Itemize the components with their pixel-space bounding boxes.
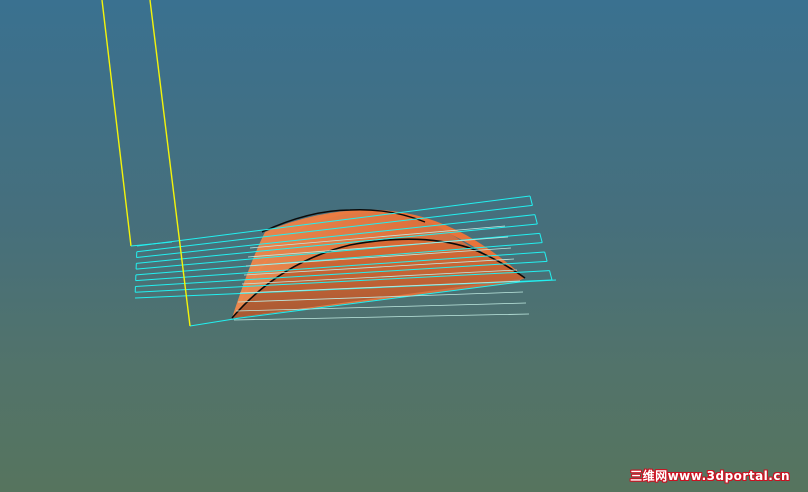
toolpath-link [529,195,533,206]
tool-axis-line-left [101,0,132,247]
3d-viewport[interactable]: 三维网www.3dportal.cn [0,0,808,492]
toolpath-scene[interactable] [0,0,808,492]
tool-axis-line-right [149,0,191,327]
tool-axis-link-top [130,241,173,247]
toolpath-link [539,233,543,243]
toolpath-link [544,251,548,262]
watermark-text: 三维网www.3dportal.cn [630,468,790,483]
toolpath-inner-pass [233,313,530,321]
toolpath-link [534,214,538,225]
toolpath-link [549,270,553,281]
